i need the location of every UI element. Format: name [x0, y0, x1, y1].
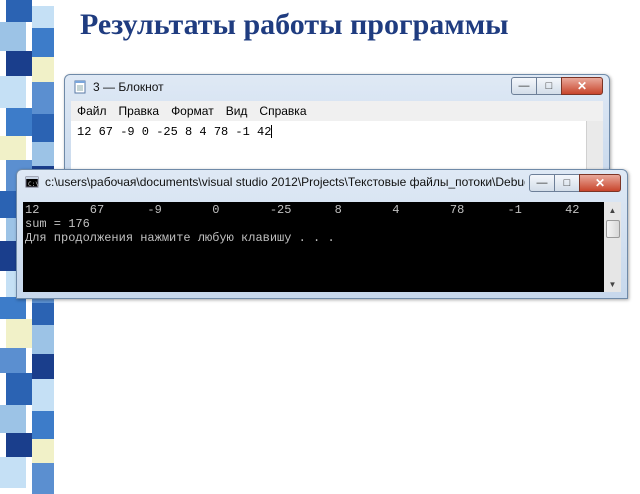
stripe-block — [6, 108, 32, 136]
stripe-block — [32, 411, 54, 439]
stripe-block — [6, 51, 32, 76]
minimize-icon: — — [536, 176, 548, 189]
stripe-block — [32, 354, 54, 379]
stripe-block — [6, 0, 32, 22]
scroll-thumb[interactable] — [606, 220, 620, 238]
menu-file[interactable]: Файл — [71, 104, 113, 118]
notepad-titlebar[interactable]: 3 — Блокнот — □ ✕ — [65, 75, 609, 99]
stripe-block — [0, 457, 26, 488]
svg-text:C:\: C:\ — [28, 181, 39, 188]
console-scrollbar[interactable]: ▲ ▼ — [604, 202, 621, 292]
stripe-block — [6, 433, 32, 457]
notepad-title: 3 — Блокнот — [93, 80, 164, 94]
console-line: sum = 176 — [25, 217, 90, 231]
stripe-block — [32, 28, 54, 57]
stripe-block — [32, 57, 54, 82]
notepad-menubar: Файл Правка Формат Вид Справка — [71, 101, 603, 122]
scroll-up-icon[interactable]: ▲ — [604, 202, 621, 218]
stripe-block — [0, 405, 26, 433]
maximize-button[interactable]: □ — [536, 77, 562, 95]
close-button[interactable]: ✕ — [561, 77, 603, 95]
maximize-icon: □ — [545, 79, 553, 92]
stripe-block — [0, 348, 26, 373]
stripe-block — [32, 142, 54, 166]
notepad-icon — [73, 80, 87, 94]
close-icon: ✕ — [594, 176, 606, 190]
stripe-block — [32, 325, 54, 354]
minimize-button[interactable]: — — [529, 174, 555, 192]
stripe-block — [32, 6, 54, 28]
stripe-block — [0, 22, 26, 51]
stripe-block — [0, 297, 26, 319]
menu-format[interactable]: Формат — [165, 104, 220, 118]
maximize-icon: □ — [563, 176, 571, 189]
close-icon: ✕ — [576, 79, 588, 93]
menu-edit[interactable]: Правка — [113, 104, 166, 118]
stripe-block — [6, 373, 32, 405]
console-titlebar[interactable]: C:\ c:\users\рабочая\documents\visual st… — [17, 170, 627, 194]
stripe-block — [6, 319, 32, 348]
console-output[interactable]: 12 67 -9 0 -25 8 4 78 -1 42 sum = 176 Дл… — [23, 202, 621, 292]
stripe-block — [32, 463, 54, 494]
console-icon: C:\ — [25, 175, 39, 189]
console-title: c:\users\рабочая\documents\visual studio… — [45, 175, 525, 189]
stripe-block — [32, 379, 54, 411]
maximize-button[interactable]: □ — [554, 174, 580, 192]
stripe-block — [0, 136, 26, 160]
console-line: Для продолжения нажмите любую клавишу . … — [25, 231, 335, 245]
menu-view[interactable]: Вид — [220, 104, 254, 118]
stripe-block — [32, 439, 54, 463]
console-line: 12 67 -9 0 -25 8 4 78 -1 42 — [25, 203, 580, 217]
minimize-icon: — — [518, 79, 530, 92]
console-window[interactable]: C:\ c:\users\рабочая\documents\visual st… — [16, 169, 628, 299]
scroll-down-icon[interactable]: ▼ — [604, 276, 621, 292]
stripe-block — [32, 114, 54, 142]
close-button[interactable]: ✕ — [579, 174, 621, 192]
text-caret — [271, 125, 273, 139]
menu-help[interactable]: Справка — [253, 104, 312, 118]
minimize-button[interactable]: — — [511, 77, 537, 95]
stripe-block — [32, 303, 54, 325]
notepad-content: 12 67 -9 0 -25 8 4 78 -1 42 — [77, 125, 272, 139]
slide-title: Результаты работы программы — [80, 8, 509, 41]
stripe-block — [32, 82, 54, 114]
stripe-block — [0, 76, 26, 108]
